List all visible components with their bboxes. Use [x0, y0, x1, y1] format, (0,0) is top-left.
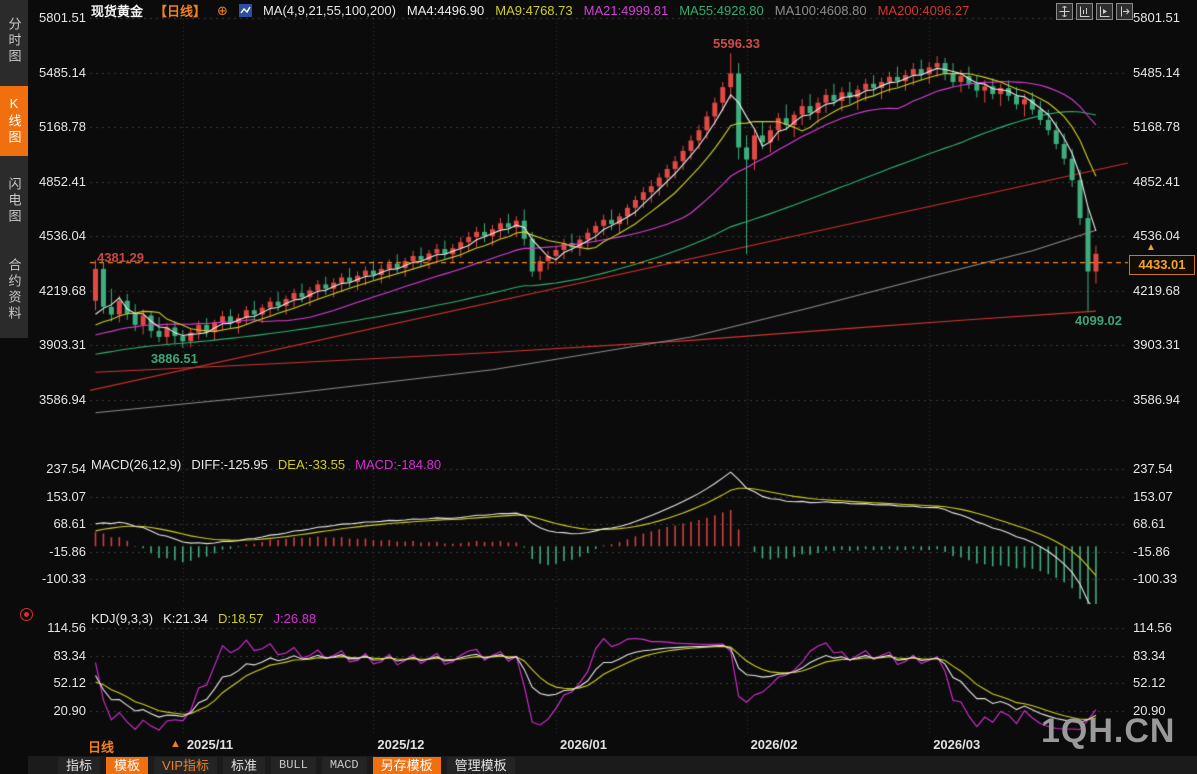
period-label[interactable]: 日线	[88, 737, 114, 756]
date-label: 2025/11	[186, 737, 234, 752]
toolbar-tab-3[interactable]: 标准	[223, 756, 266, 774]
kdj-title[interactable]: KDJ(9,3,3)	[91, 611, 153, 626]
watermark: 1QH.CN	[1041, 712, 1176, 750]
alert-price-annotation: 4381.29	[97, 249, 144, 265]
ma100-value: MA100:4608.80	[774, 3, 867, 18]
chart-toolbar-icons	[1056, 3, 1133, 20]
kdj-k-value: K:21.34	[163, 611, 208, 626]
recent-low-annotation: 4099.02	[1075, 313, 1122, 329]
ma9-value: MA9:4768.73	[495, 3, 573, 18]
expand-arrow-icon[interactable]: ▲	[170, 738, 181, 750]
sidebar-item-contract-info[interactable]: 合约资料	[0, 246, 28, 334]
left-sidebar: 分时图 K线图 闪电图 合约资料	[0, 0, 28, 338]
ma55-value: MA55:4928.80	[679, 3, 764, 18]
circle-plus-icon[interactable]: ⊕	[217, 3, 228, 19]
ma200-value: MA200:4096.27	[877, 3, 970, 18]
macd-title[interactable]: MACD(26,12,9)	[91, 457, 181, 472]
toolbar-tab-4[interactable]: BULL	[271, 756, 316, 774]
fit-chart-icon[interactable]	[1076, 3, 1093, 20]
kdj-j-value: J:26.88	[273, 611, 317, 626]
date-label: 2025/12	[377, 737, 425, 752]
toolbar-tab-2[interactable]: VIP指标	[154, 756, 217, 774]
trading-app: 分时图 K线图 闪电图 合约资料 现货黄金 【日线】 ⊕ MA(4,9,21,5…	[0, 0, 1197, 774]
toolbar-tab-6[interactable]: 另存模板	[372, 756, 441, 774]
kdj-d-value: D:18.57	[217, 611, 264, 626]
macd-hist-value: MACD:-184.80	[355, 457, 442, 472]
sidebar-item-kline-chart[interactable]: K线图	[0, 86, 28, 156]
move-tool-icon[interactable]	[1056, 3, 1073, 20]
collapse-panel-icon[interactable]	[1116, 3, 1133, 20]
symbol-name: 现货黄金	[91, 4, 144, 19]
toolbar-tab-0[interactable]: 指标	[58, 756, 101, 774]
last-price-box: 4433.01	[1129, 254, 1195, 275]
playback-icon[interactable]	[1096, 3, 1113, 20]
price-alert-marker-icon[interactable]: ▲	[1146, 242, 1156, 253]
toolbar-tab-1[interactable]: 模板	[106, 756, 149, 774]
toolbar-tab-5[interactable]: MACD	[321, 756, 367, 774]
ma21-value: MA21:4999.81	[583, 3, 669, 18]
kdj-panel-header: KDJ(9,3,3) K:21.34 D:18.57 J:26.88	[91, 611, 316, 626]
kdj-record-icon[interactable]	[20, 608, 33, 621]
chart-canvas[interactable]	[0, 0, 1197, 774]
macd-panel-header: MACD(26,12,9) DIFF:-125.95 DEA:-33.55 MA…	[91, 457, 441, 472]
macd-dea-value: DEA:-33.55	[277, 457, 346, 472]
sidebar-item-time-chart[interactable]: 分时图	[0, 6, 28, 76]
november-low-annotation: 3886.51	[150, 350, 198, 366]
kline-style-icon[interactable]	[238, 4, 252, 17]
date-label: 2026/01	[560, 737, 608, 752]
period-tag[interactable]: 【日线】	[154, 2, 206, 19]
toolbar-tab-7[interactable]: 管理模板	[446, 756, 515, 774]
date-label: 2026/03	[933, 737, 981, 752]
high-annotation: 5596.33	[713, 36, 760, 52]
ma4-value: MA4:4496.90	[406, 3, 485, 18]
bottom-toolbar: 指标 模板 VIP指标 标准 BULL MACD 另存模板 管理模板	[28, 756, 1197, 774]
ma-group-label: MA(4,9,21,55,100,200)	[262, 3, 396, 18]
date-label: 2026/02	[750, 737, 798, 752]
sidebar-item-lightning-chart[interactable]: 闪电图	[0, 166, 28, 236]
chart-header: 现货黄金 【日线】 ⊕ MA(4,9,21,55,100,200) MA4:44…	[91, 2, 1055, 20]
macd-diff-value: DIFF:-125.95	[191, 457, 268, 472]
